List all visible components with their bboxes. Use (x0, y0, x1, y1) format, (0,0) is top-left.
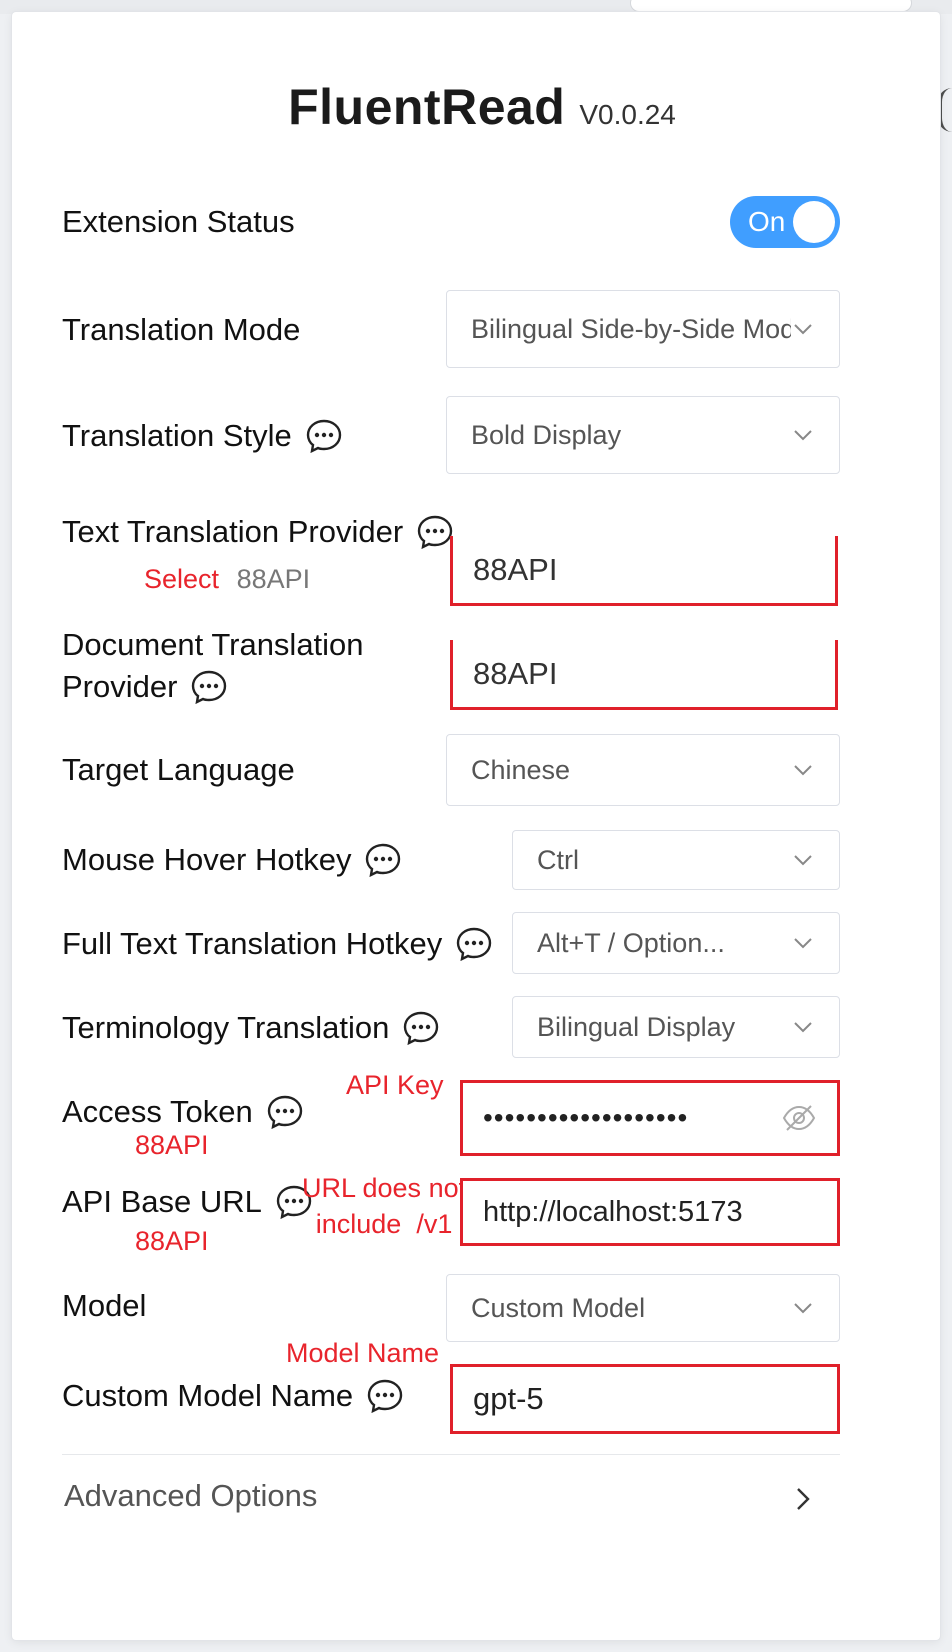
model-select[interactable]: Custom Model (446, 1274, 840, 1342)
hover-hotkey-text: Mouse Hover Hotkey (62, 842, 352, 877)
terminology-value: Bilingual Display (537, 1011, 736, 1042)
extension-status-toggle[interactable]: On (730, 196, 840, 248)
access-token-value: ••••••••••••••••••• (483, 1102, 689, 1133)
hover-hotkey-value: Ctrl (537, 844, 579, 875)
chat-bubble-icon[interactable] (365, 843, 401, 877)
eye-slash-icon[interactable] (781, 1103, 817, 1133)
access-token-text: Access Token (62, 1094, 253, 1129)
document-provider-value: 88API (473, 655, 558, 691)
api-base-url-input[interactable]: http://localhost:5173 (460, 1178, 840, 1246)
api-base-url-sub-annotation: 88API (135, 1226, 209, 1256)
custom-model-input[interactable]: gpt-5 (450, 1364, 840, 1434)
toggle-label: On (748, 206, 786, 237)
api-url-annotation-line2: include /v1 (315, 1209, 453, 1239)
translation-mode-value: Bilingual Side-by-Side Mode (471, 313, 791, 344)
annotation-select: Select (144, 564, 220, 594)
extension-status-label: Extension Status (62, 200, 295, 244)
api-base-url-label: API Base URL (62, 1180, 312, 1224)
full-text-hotkey-label: Full Text Translation Hotkey (62, 922, 492, 966)
chat-bubble-icon[interactable] (456, 927, 492, 961)
chevron-down-icon (794, 1022, 812, 1033)
chevron-down-icon (794, 324, 812, 335)
target-language-label: Target Language (62, 748, 295, 792)
background-pill (630, 0, 912, 12)
chat-bubble-icon[interactable] (367, 1379, 403, 1413)
extension-status-text: Extension Status (62, 204, 295, 239)
translation-mode-select[interactable]: Bilingual Side-by-Side Mode (446, 290, 840, 368)
text-provider-text: Text Translation Provider (62, 514, 404, 549)
document-provider-line2: Provider (62, 669, 178, 704)
chevron-down-icon (794, 938, 812, 949)
model-value: Custom Model (471, 1292, 646, 1323)
access-token-input[interactable]: ••••••••••••••••••• (460, 1080, 840, 1156)
translation-mode-label: Translation Mode (62, 308, 300, 352)
full-text-hotkey-select[interactable]: Alt+T / Option... (512, 912, 840, 974)
advanced-options-link[interactable]: Advanced Options (64, 1478, 317, 1514)
full-text-hotkey-value: Alt+T / Option... (537, 927, 725, 958)
translation-style-select[interactable]: Bold Display (446, 396, 840, 474)
translation-style-value: Bold Display (471, 419, 622, 450)
full-text-hotkey-text: Full Text Translation Hotkey (62, 926, 443, 961)
api-base-url-value: http://localhost:5173 (483, 1195, 743, 1228)
document-provider-select[interactable]: 88API (450, 640, 838, 710)
chat-bubble-icon[interactable] (403, 1011, 439, 1045)
text-provider-select[interactable]: 88API (450, 536, 838, 606)
annotation-value: 88API (236, 564, 311, 594)
document-provider-line1: Document Translation (62, 627, 364, 662)
api-base-url-text: API Base URL (62, 1184, 262, 1219)
target-language-select[interactable]: Chinese (446, 734, 840, 806)
api-url-annotation-line1: URL does not (302, 1173, 467, 1203)
custom-model-label: Custom Model Name (62, 1374, 403, 1418)
access-token-sub-annotation: 88API (135, 1130, 209, 1160)
chat-bubble-icon[interactable] (267, 1095, 303, 1129)
translation-style-text: Translation Style (62, 418, 292, 453)
model-label: Model (62, 1284, 146, 1328)
model-text: Model (62, 1288, 147, 1323)
app-version: V0.0.24 (579, 99, 676, 130)
terminology-select[interactable]: Bilingual Display (512, 996, 840, 1058)
custom-model-value: gpt-5 (473, 1381, 544, 1416)
chevron-down-icon (794, 1303, 812, 1314)
toggle-knob (793, 201, 835, 243)
terminology-label: Terminology Translation (62, 1006, 439, 1050)
chevron-down-icon (794, 855, 812, 866)
api-key-annotation: API Key (346, 1070, 444, 1100)
terminology-text: Terminology Translation (62, 1010, 390, 1045)
target-language-text: Target Language (62, 752, 295, 787)
translation-mode-text: Translation Mode (62, 312, 301, 347)
popup-panel: FluentRead V0.0.24 Extension Status On Tr… (12, 12, 940, 1640)
header: FluentRead V0.0.24 (12, 78, 952, 136)
chat-bubble-icon[interactable] (417, 515, 453, 549)
document-provider-label: Document Translation Provider (62, 624, 364, 708)
chat-bubble-icon[interactable] (191, 670, 227, 704)
divider (62, 1454, 840, 1455)
hover-hotkey-select[interactable]: Ctrl (512, 830, 840, 890)
text-provider-label: Text Translation Provider (62, 510, 453, 554)
chevron-right-icon[interactable] (790, 1484, 816, 1514)
chat-bubble-icon[interactable] (306, 419, 342, 453)
text-provider-value: 88API (473, 551, 558, 587)
chevron-down-icon (794, 430, 812, 441)
target-language-value: Chinese (471, 754, 571, 785)
translation-style-label: Translation Style (62, 414, 342, 458)
custom-model-text: Custom Model Name (62, 1378, 354, 1413)
text-provider-annotation: Select 88API (144, 564, 310, 595)
hover-hotkey-label: Mouse Hover Hotkey (62, 838, 401, 882)
app-title: FluentRead (288, 79, 566, 135)
chevron-down-icon (794, 765, 812, 776)
model-name-annotation: Model Name (286, 1338, 440, 1368)
access-token-label: Access Token (62, 1090, 303, 1134)
api-url-annotation: URL does not include /v1 (302, 1170, 466, 1242)
